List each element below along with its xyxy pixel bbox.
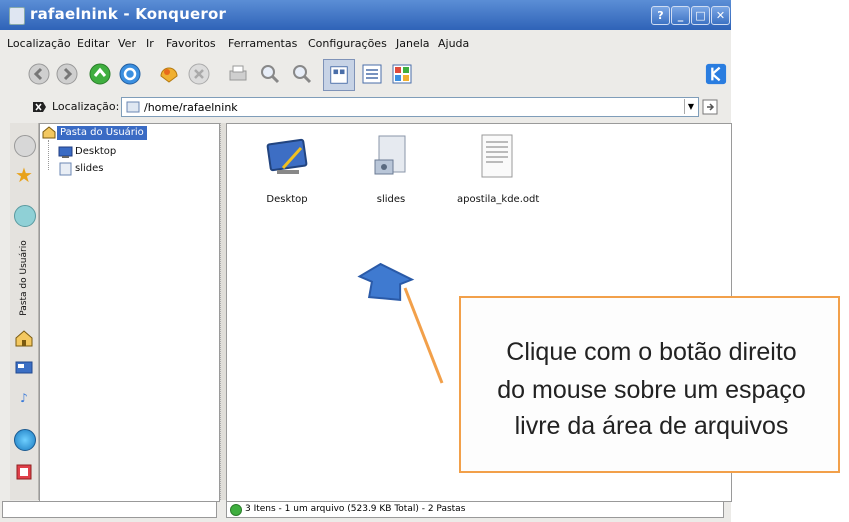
desktop-icon bbox=[266, 138, 308, 174]
user-folder-tab[interactable]: Pasta do Usuário bbox=[10, 231, 38, 325]
tree-item-desktop[interactable]: Desktop bbox=[75, 145, 116, 159]
location-bar: Localização: /home/rafaelnink ▼ bbox=[0, 95, 731, 119]
print-icon[interactable] bbox=[226, 62, 250, 86]
slides-folder-icon bbox=[374, 135, 406, 175]
navigation-panel-tabs: ★ Pasta do Usuário ♪ bbox=[10, 123, 39, 500]
file-label-apostila: apostila_kde.odt bbox=[457, 194, 540, 205]
location-value: /home/rafaelnink bbox=[144, 101, 238, 114]
detail-view-icon[interactable] bbox=[360, 62, 384, 86]
close-button[interactable]: ✕ bbox=[711, 6, 730, 25]
main-toolbar bbox=[0, 56, 731, 92]
menu-ver[interactable]: Ver bbox=[118, 37, 136, 50]
user-folder-tab-label: Pasta do Usuário bbox=[19, 240, 29, 316]
devices-tab-icon[interactable] bbox=[15, 360, 33, 376]
forward-icon[interactable] bbox=[55, 62, 79, 86]
back-icon[interactable] bbox=[27, 62, 51, 86]
slides-folder-icon bbox=[59, 162, 72, 176]
callout-line-1: Clique com o botão direito bbox=[506, 338, 797, 366]
icon-view-toggle[interactable] bbox=[323, 59, 355, 91]
file-item-apostila[interactable]: apostila_kde.odt bbox=[457, 132, 540, 212]
menu-ferramentas[interactable]: Ferramentas bbox=[228, 37, 297, 50]
history-tab-icon[interactable] bbox=[14, 205, 36, 227]
tree-line bbox=[48, 140, 50, 170]
location-label: Localização: bbox=[52, 100, 120, 113]
instruction-callout: Clique com o botão direito do mouse sobr… bbox=[459, 296, 840, 473]
zoom-out-icon[interactable] bbox=[290, 62, 314, 86]
tree-item-slides[interactable]: slides bbox=[75, 162, 103, 176]
status-ok-icon bbox=[230, 504, 242, 516]
folder-tree: Pasta do Usuário Desktop slides bbox=[39, 123, 220, 502]
up-icon[interactable] bbox=[88, 62, 112, 86]
zoom-in-icon[interactable] bbox=[258, 62, 282, 86]
menu-editar[interactable]: Editar bbox=[77, 37, 110, 50]
konqueror-app-icon bbox=[9, 7, 25, 25]
status-left-empty bbox=[2, 501, 217, 518]
callout-line-2: do mouse sobre um espaço bbox=[497, 376, 806, 404]
reload-icon[interactable] bbox=[118, 62, 142, 86]
menu-janela[interactable]: Janela bbox=[396, 37, 430, 50]
minimize-button[interactable]: _ bbox=[671, 6, 690, 25]
kde-logo-icon bbox=[705, 63, 727, 85]
status-text: 3 Itens - 1 um arquivo (523.9 KB Total) … bbox=[245, 504, 466, 514]
callout-line-3: livre da área de arquivos bbox=[514, 412, 789, 440]
desktop-folder-icon bbox=[58, 146, 73, 158]
title-bar[interactable]: rafaelnink - Konqueror ? _ □ ✕ bbox=[0, 0, 731, 30]
window-title: rafaelnink - Konqueror bbox=[30, 5, 227, 23]
menu-ajuda[interactable]: Ajuda bbox=[438, 37, 469, 50]
menu-favoritos[interactable]: Favoritos bbox=[166, 37, 216, 50]
favorites-star-icon[interactable]: ★ bbox=[14, 165, 34, 185]
icon-view-icon bbox=[330, 66, 348, 84]
file-item-desktop[interactable]: Desktop bbox=[247, 132, 327, 212]
file-label-desktop: Desktop bbox=[266, 194, 308, 205]
multicolumn-view-icon[interactable] bbox=[390, 62, 414, 86]
annotation-arrow bbox=[357, 262, 444, 384]
bookmarks-tab-icon[interactable] bbox=[14, 135, 36, 157]
stop-icon[interactable] bbox=[187, 62, 211, 86]
home-icon[interactable] bbox=[157, 62, 181, 86]
menu-ir[interactable]: Ir bbox=[146, 37, 154, 50]
status-bar: 3 Itens - 1 um arquivo (523.9 KB Total) … bbox=[226, 500, 726, 518]
clear-location-icon[interactable] bbox=[31, 99, 47, 115]
status-box: 3 Itens - 1 um arquivo (523.9 KB Total) … bbox=[226, 501, 724, 518]
go-icon[interactable] bbox=[702, 99, 718, 115]
document-icon bbox=[481, 134, 513, 178]
services-tab-icon[interactable] bbox=[15, 463, 33, 481]
menu-localizacao[interactable]: Localização bbox=[7, 37, 71, 50]
location-input[interactable]: /home/rafaelnink bbox=[121, 97, 699, 117]
file-item-slides[interactable]: slides bbox=[351, 132, 431, 212]
location-dropdown-button[interactable]: ▼ bbox=[684, 99, 697, 114]
maximize-button[interactable]: □ bbox=[691, 6, 710, 25]
home-folder-icon bbox=[42, 126, 56, 139]
network-tab-icon[interactable] bbox=[14, 429, 36, 451]
media-tab-icon[interactable]: ♪ bbox=[14, 391, 34, 411]
folder-icon bbox=[126, 101, 140, 113]
help-button[interactable]: ? bbox=[651, 6, 670, 25]
menu-configuracoes[interactable]: Configurações bbox=[308, 37, 387, 50]
file-label-slides: slides bbox=[376, 194, 406, 205]
home-tab-icon[interactable] bbox=[14, 329, 34, 347]
menu-bar: Localização Editar Ver Ir Favoritos Ferr… bbox=[0, 34, 731, 54]
tree-item-user-folder[interactable]: Pasta do Usuário bbox=[57, 126, 147, 140]
